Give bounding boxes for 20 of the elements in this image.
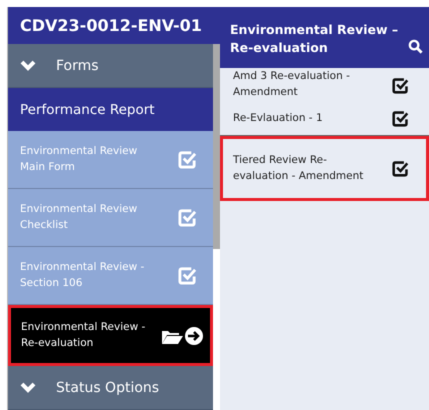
section-header[interactable]: Forms [8, 44, 213, 88]
list-item[interactable]: Re-Evlauation - 1 [220, 102, 429, 136]
checkbox-icon [178, 266, 197, 285]
section-header[interactable]: Status Options [8, 366, 213, 410]
list-item[interactable]: Amd 3 Re-evaluation - Amendment [220, 68, 429, 102]
checkbox-icon [392, 160, 409, 177]
checkbox-icon [392, 76, 409, 94]
checkbox-icon [178, 150, 197, 169]
group-header: Performance Report [8, 88, 213, 131]
chevron-icon [20, 60, 36, 72]
panel-title: Environmental Review – Re-evaluation [230, 20, 398, 58]
scrollbar[interactable] [213, 44, 220, 249]
form-item[interactable]: Environmental Review - Re-evaluation [8, 305, 213, 366]
chevron-icon [20, 382, 36, 394]
record-title: CDV23-0012-ENV-01 [20, 16, 202, 35]
folder-arrow-icon [160, 326, 204, 346]
list-item[interactable]: Tiered Review Re- evaluation - Amendment [220, 136, 429, 201]
search-icon[interactable] [408, 39, 423, 54]
checkbox-icon [392, 110, 409, 127]
checkbox-icon [178, 208, 197, 227]
